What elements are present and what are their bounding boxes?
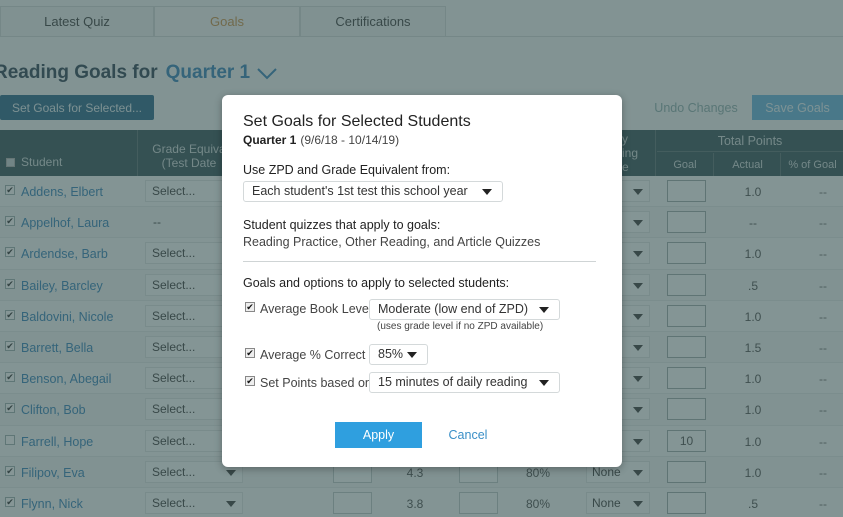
- dialog-period: Quarter 1 (9/6/18 - 10/14/19): [243, 133, 399, 147]
- set-points-checkbox[interactable]: ✔: [245, 376, 255, 386]
- dialog-divider: [243, 261, 596, 262]
- quizzes-value: Reading Practice, Other Reading, and Art…: [243, 235, 541, 249]
- avg-book-level-checkbox[interactable]: ✔: [245, 302, 255, 312]
- dropdown-arrow-icon: [407, 352, 417, 358]
- dialog-period-dates: (9/6/18 - 10/14/19): [300, 133, 400, 147]
- avg-book-level-value: Moderate (low end of ZPD): [378, 302, 529, 316]
- set-points-select[interactable]: 15 minutes of daily reading: [369, 372, 560, 393]
- options-label: Goals and options to apply to selected s…: [243, 276, 510, 290]
- zpd-source-value: Each student's 1st test this school year: [252, 184, 468, 198]
- dialog-title: Set Goals for Selected Students: [243, 113, 471, 130]
- zpd-source-label: Use ZPD and Grade Equivalent from:: [243, 163, 451, 177]
- checkmark-icon: ✔: [246, 348, 254, 358]
- checkmark-icon: ✔: [246, 302, 254, 312]
- avg-pct-correct-select[interactable]: 85%: [369, 344, 428, 365]
- set-goals-dialog: Set Goals for Selected Students Quarter …: [222, 95, 622, 467]
- avg-pct-correct-checkbox[interactable]: ✔: [245, 348, 255, 358]
- set-points-label: Set Points based on: [260, 376, 372, 390]
- apply-button[interactable]: Apply: [335, 422, 422, 448]
- book-level-note: (uses grade level if no ZPD available): [377, 321, 544, 332]
- avg-pct-correct-value: 85%: [378, 347, 404, 361]
- dialog-period-name: Quarter 1: [243, 133, 297, 147]
- dropdown-arrow-icon: [482, 189, 492, 195]
- avg-book-level-select[interactable]: Moderate (low end of ZPD): [369, 299, 560, 320]
- checkmark-icon: ✔: [246, 376, 254, 386]
- dropdown-arrow-icon: [539, 307, 549, 313]
- zpd-source-select[interactable]: Each student's 1st test this school year: [243, 181, 503, 202]
- avg-pct-correct-label: Average % Correct: [260, 348, 366, 362]
- quizzes-label: Student quizzes that apply to goals:: [243, 218, 441, 232]
- dropdown-arrow-icon: [539, 380, 549, 386]
- set-points-value: 15 minutes of daily reading: [378, 375, 528, 389]
- cancel-button[interactable]: Cancel: [438, 422, 498, 448]
- avg-book-level-label: Average Book Level: [260, 302, 372, 316]
